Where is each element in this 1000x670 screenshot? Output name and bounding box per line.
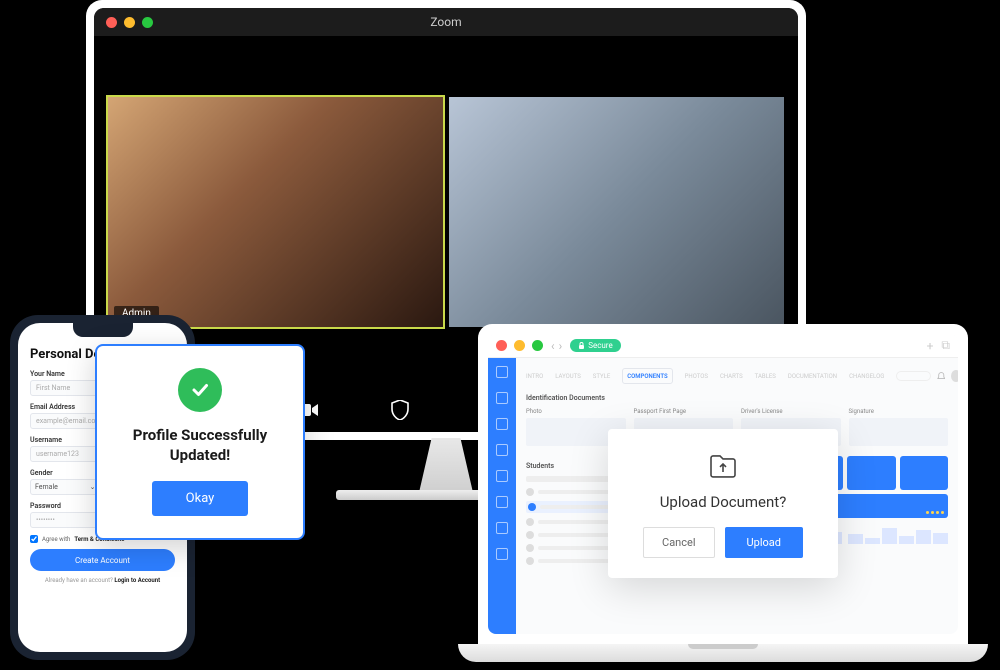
nav-item[interactable] bbox=[496, 496, 508, 508]
check-icon bbox=[178, 368, 222, 412]
upload-icon bbox=[707, 449, 739, 481]
nav-item[interactable] bbox=[496, 444, 508, 456]
window-titlebar: Zoom bbox=[94, 8, 798, 36]
nav-item[interactable] bbox=[496, 418, 508, 430]
nav-item[interactable] bbox=[496, 392, 508, 404]
tab-components[interactable]: COMPONENTS bbox=[622, 368, 672, 384]
video-tile-admin[interactable]: Admin bbox=[108, 97, 443, 327]
user-chip[interactable]: John Smith ⌄ bbox=[951, 369, 958, 383]
doc-card-label: Signature bbox=[849, 408, 949, 415]
okay-button[interactable]: Okay bbox=[152, 481, 249, 516]
nav-item[interactable] bbox=[496, 470, 508, 482]
nav-forward-icon[interactable]: › bbox=[559, 339, 563, 353]
cancel-button[interactable]: Cancel bbox=[643, 527, 714, 558]
video-tile-guest[interactable] bbox=[449, 97, 784, 327]
window-title: Zoom bbox=[94, 15, 798, 29]
doc-card-label: Driver's License bbox=[741, 408, 841, 415]
upload-title: Upload Document? bbox=[626, 493, 820, 511]
gender-select[interactable]: Female⌄ bbox=[30, 479, 101, 495]
tab-photos[interactable]: PHOTOS bbox=[685, 373, 708, 380]
upload-placeholder[interactable] bbox=[849, 418, 949, 446]
upload-modal: Upload Document? Cancel Upload bbox=[608, 429, 838, 578]
section-title: Identification Documents bbox=[526, 394, 948, 402]
shield-icon[interactable] bbox=[389, 399, 411, 421]
tab-docs[interactable]: DOCUMENTATION bbox=[788, 373, 837, 380]
tab-style[interactable]: STYLE bbox=[593, 373, 610, 380]
tabs-icon[interactable]: ⧉ bbox=[941, 338, 950, 353]
login-link[interactable]: Login to Account bbox=[114, 577, 160, 584]
tab-layouts[interactable]: LAYOUTS bbox=[555, 373, 581, 380]
minimize-icon[interactable] bbox=[514, 340, 525, 351]
secure-badge: Secure bbox=[570, 339, 620, 352]
tab-tables[interactable]: TABLES bbox=[755, 373, 776, 380]
tab-intro[interactable]: INTRO bbox=[526, 373, 543, 380]
field-label: Gender bbox=[30, 469, 101, 477]
modal-message: Profile Successfully Updated! bbox=[113, 426, 287, 465]
agree-checkbox[interactable] bbox=[30, 535, 38, 543]
side-rail bbox=[488, 358, 516, 634]
nav-item[interactable] bbox=[496, 522, 508, 534]
doc-card-label: Photo bbox=[526, 408, 626, 415]
profile-success-modal: Profile Successfully Updated! Okay bbox=[95, 344, 305, 540]
tab-charts[interactable]: CHARTS bbox=[720, 373, 743, 380]
nav-item[interactable] bbox=[496, 548, 508, 560]
add-tab-icon[interactable]: + bbox=[927, 339, 934, 353]
nav-item[interactable] bbox=[496, 366, 508, 378]
maximize-icon[interactable] bbox=[532, 340, 543, 351]
bell-icon[interactable] bbox=[937, 371, 946, 381]
browser-chrome: ‹ › Secure + ⧉ bbox=[488, 334, 958, 358]
avatar bbox=[951, 370, 958, 382]
search-input[interactable] bbox=[896, 371, 930, 381]
close-icon[interactable] bbox=[496, 340, 507, 351]
create-account-button[interactable]: Create Account bbox=[30, 549, 175, 571]
doc-card-label: Passport First Page bbox=[634, 408, 734, 415]
nav-back-icon[interactable]: ‹ bbox=[551, 339, 555, 353]
laptop: ‹ › Secure + ⧉ bbox=[458, 324, 988, 662]
upload-button[interactable]: Upload bbox=[725, 527, 803, 558]
tab-changelog[interactable]: CHANGELOG bbox=[849, 373, 884, 380]
top-tabs: INTRO LAYOUTS STYLE COMPONENTS PHOTOS CH… bbox=[526, 364, 948, 388]
